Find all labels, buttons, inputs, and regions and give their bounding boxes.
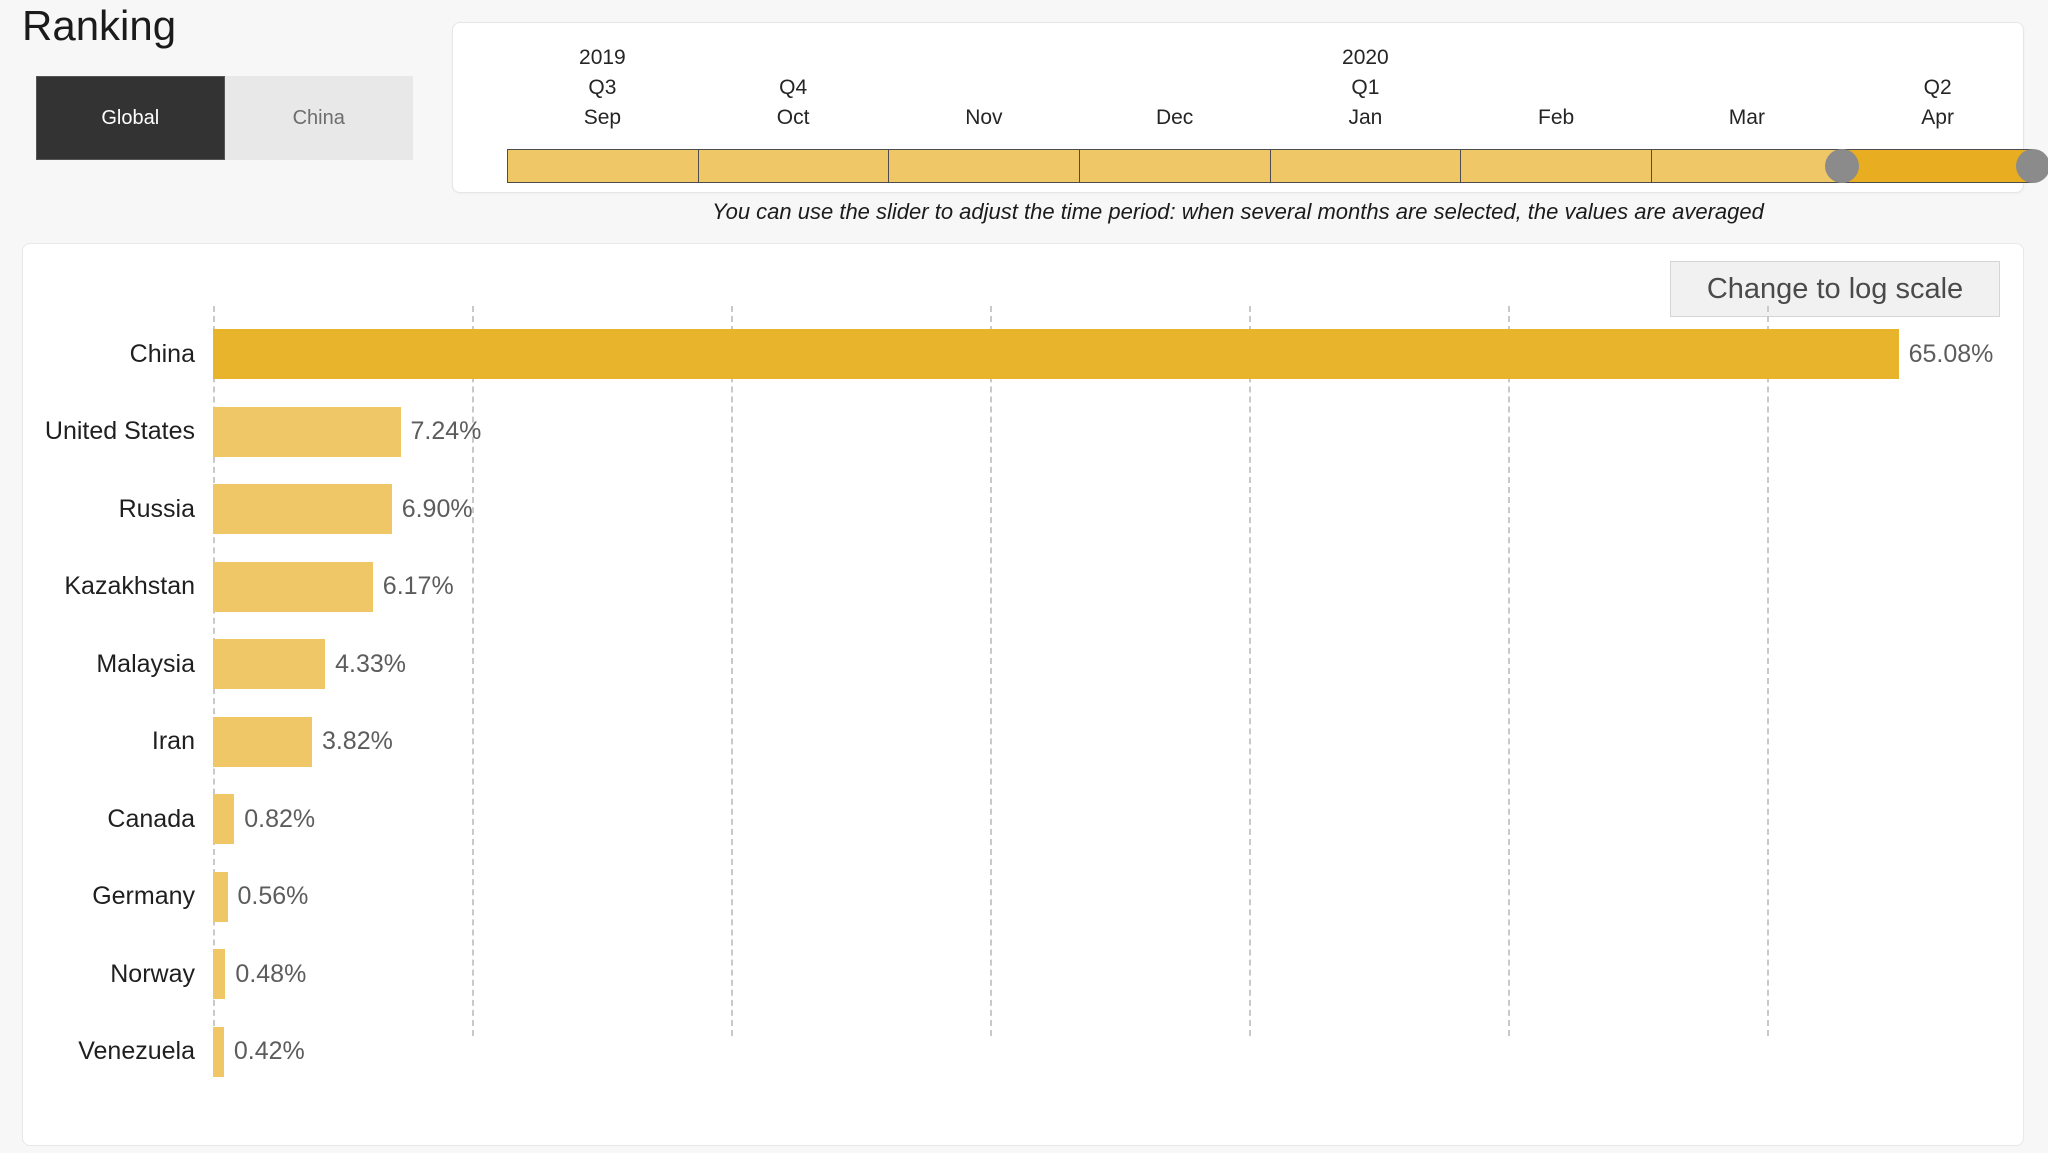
page-title: Ranking xyxy=(22,2,177,49)
bar[interactable] xyxy=(213,484,392,534)
slider-tick-labels: 2019 Q3 Sep Q4 Oct Nov Dec 2020 Q1 Jan Feb Mar Q2 Apr xyxy=(480,23,1998,143)
bar-value-label: 6.90% xyxy=(401,494,473,523)
slider-segment-jan[interactable] xyxy=(1270,150,1462,182)
category-label: Malaysia xyxy=(96,649,195,678)
slider-year-label xyxy=(1813,23,2048,73)
slider-month-label: Apr xyxy=(1921,106,1954,129)
slider-segment-oct[interactable] xyxy=(698,150,890,182)
bar-value-label: 4.33% xyxy=(335,649,407,678)
slider-segment-apr[interactable] xyxy=(1842,150,2032,182)
toggle-global[interactable]: Global xyxy=(36,76,225,160)
category-label: Kazakhstan xyxy=(64,572,195,600)
bar[interactable] xyxy=(213,794,235,844)
slider-handle-right[interactable] xyxy=(2016,149,2048,183)
scope-toggle-group[interactable]: Global China xyxy=(36,76,413,160)
hashrate-bar-chart: 0.0%10.0%20.0%30.0%40.0%50.0%60.0%China6… xyxy=(23,244,2023,1145)
slider-handle-left[interactable] xyxy=(1825,149,1860,183)
slider-segment-sep[interactable] xyxy=(508,150,699,182)
slider-segment-nov[interactable] xyxy=(889,150,1080,182)
slider-segment-dec[interactable] xyxy=(1079,150,1271,182)
category-label: Canada xyxy=(107,804,195,833)
bar-row[interactable]: Iran 3.82% xyxy=(23,706,2023,778)
category-label: Germany xyxy=(92,882,195,910)
slider-hint-text: You can use the slider to adjust the tim… xyxy=(712,199,1764,224)
category-label: Iran xyxy=(151,727,195,755)
bar[interactable] xyxy=(213,716,312,767)
bar-row[interactable]: Germany 0.56% xyxy=(23,861,2023,933)
category-label: China xyxy=(129,339,195,368)
bar[interactable] xyxy=(213,561,373,612)
bar[interactable] xyxy=(213,949,226,999)
bar-row[interactable]: Kazakhstan 6.17% xyxy=(23,551,2023,623)
bar-value-label: 0.42% xyxy=(233,1037,305,1065)
bar-row[interactable]: China 65.08% xyxy=(23,318,2023,390)
bar-row[interactable]: Malaysia 4.33% xyxy=(23,628,2023,700)
bar[interactable] xyxy=(213,871,228,922)
category-label: Venezuela xyxy=(78,1037,195,1065)
bar-value-label: 7.24% xyxy=(410,417,482,445)
bar-row[interactable]: Russia 6.90% xyxy=(23,473,2023,545)
slider-quarter-label: Q2 xyxy=(1923,76,1952,99)
bar[interactable] xyxy=(213,329,1899,379)
bar-value-label: 65.08% xyxy=(1908,339,1994,368)
category-label: United States xyxy=(44,417,195,445)
bar-row[interactable]: Canada 0.82% xyxy=(23,783,2023,855)
category-label: Norway xyxy=(110,959,195,988)
bar-value-label: 6.17% xyxy=(382,572,454,600)
bar-row[interactable]: United States 7.24% xyxy=(23,396,2023,468)
bar-value-label: 0.82% xyxy=(244,804,316,833)
bar-value-label: 3.82% xyxy=(321,727,393,755)
toggle-china[interactable]: China xyxy=(224,76,413,160)
bar-row[interactable]: Venezuela 0.42% xyxy=(23,1016,2023,1088)
ranking-chart-card: Change to log scale 0.0%10.0%20.0%30.0%4… xyxy=(22,243,2024,1146)
bar-value-label: 0.48% xyxy=(235,959,307,988)
slider-inner: 2019 Q3 Sep Q4 Oct Nov Dec 2020 Q1 Jan Feb Mar Q2 Apr xyxy=(480,23,2048,192)
bar[interactable] xyxy=(213,406,401,457)
slider-tick-apr: Q2 Apr xyxy=(1813,23,2048,133)
time-period-slider-card: 2019 Q3 Sep Q4 Oct Nov Dec 2020 Q1 Jan Feb Mar Q2 Apr xyxy=(452,22,2048,193)
slider-track[interactable] xyxy=(507,149,2033,183)
slider-segment-feb[interactable] xyxy=(1461,150,1652,182)
category-label: Russia xyxy=(118,494,195,523)
bar[interactable] xyxy=(213,1026,224,1077)
slider-segment-mar[interactable] xyxy=(1651,150,1843,182)
bar[interactable] xyxy=(213,639,326,689)
bar-row[interactable]: Norway 0.48% xyxy=(23,938,2023,1010)
bar-value-label: 0.56% xyxy=(237,882,309,910)
